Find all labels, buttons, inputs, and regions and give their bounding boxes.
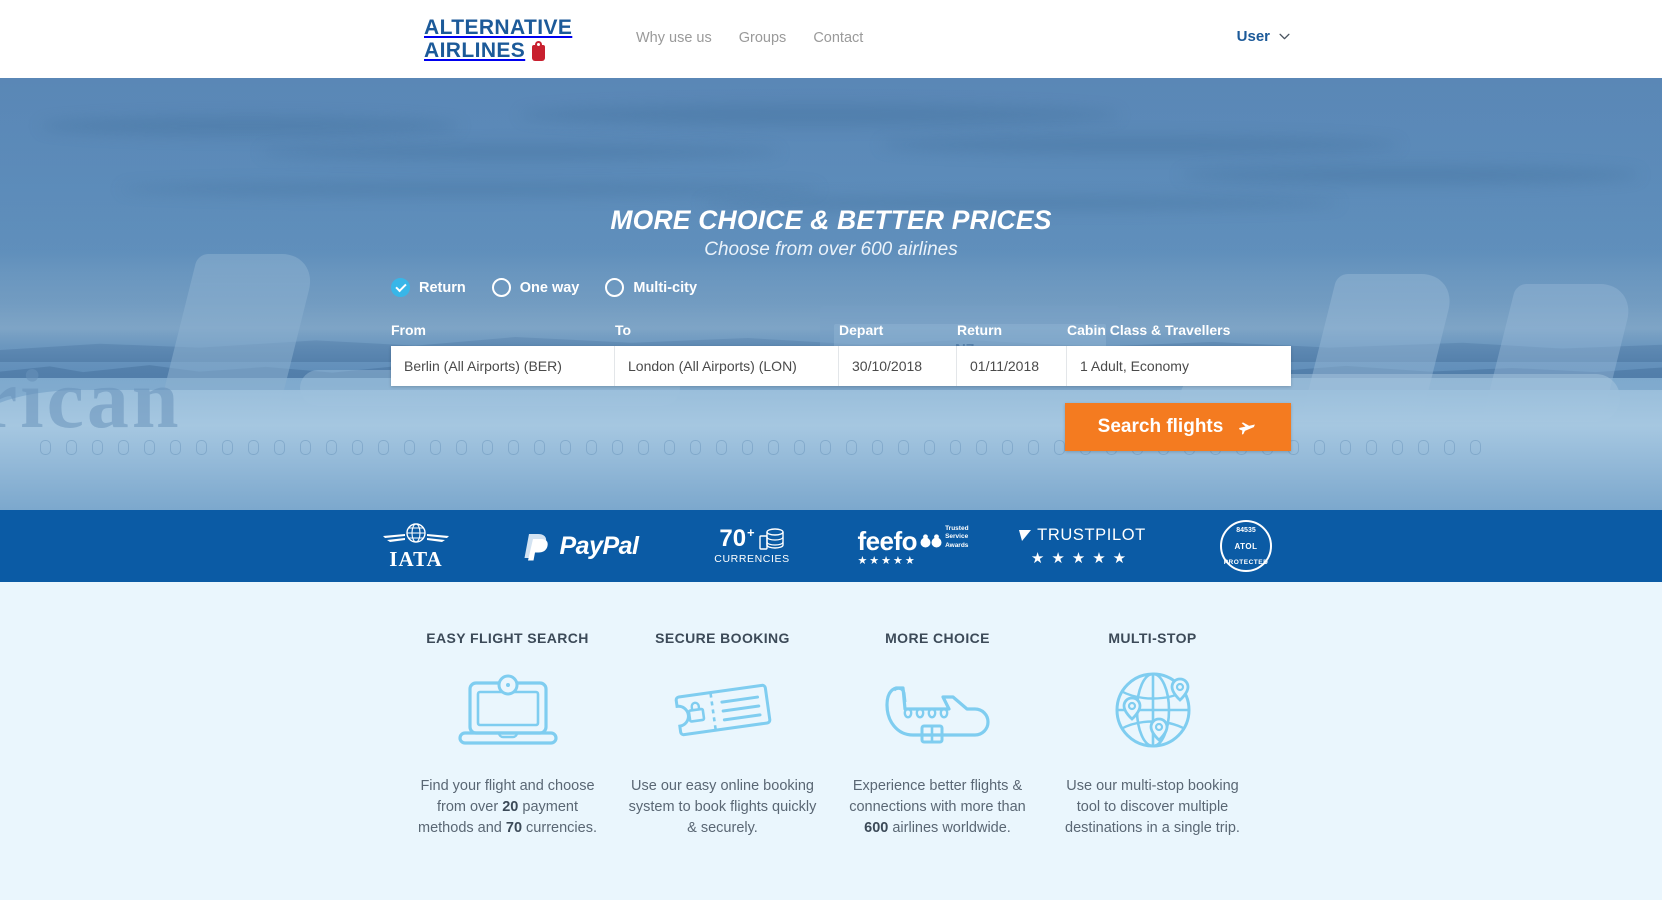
radio-one-way[interactable] — [491, 278, 511, 297]
main-navigation: Why use us Groups Contact — [636, 30, 863, 46]
feefo-sub-3: Awards — [945, 541, 969, 549]
ticket-lock-icon — [669, 670, 777, 750]
radio-multi-city[interactable] — [605, 278, 625, 297]
return-date-input[interactable]: 01/11/2018 — [957, 346, 1067, 386]
chevron-down-icon — [1279, 33, 1290, 40]
trustpilot-stars: ★★★★★ — [1030, 549, 1134, 567]
feature-description: Experience better flights & connections … — [843, 776, 1033, 839]
atol-badge: 84535 ATOL PROTECTED — [1171, 520, 1321, 572]
feature-desc-text-1: Experience better flights & connections … — [849, 778, 1026, 815]
features-section: EASY FLIGHT SEARCH Find your flight and … — [0, 582, 1662, 900]
headline-part-1: MORE CHOICE — [610, 205, 803, 235]
iata-badge: IATA — [341, 522, 491, 570]
trip-type-return[interactable]: Return — [391, 278, 466, 297]
user-menu-label: User — [1236, 28, 1270, 45]
feature-desc-bold-2: 70 — [505, 820, 523, 836]
feefo-sub-1: Trusted — [945, 525, 969, 533]
headline-part-2: BETTER PRICES — [837, 205, 1052, 235]
trustpilot-badge: TRUSTPILOT ★★★★★ — [993, 526, 1171, 567]
trustpilot-star-icon — [1019, 529, 1032, 541]
search-flights-label: Search flights — [1097, 416, 1224, 437]
feefo-oo-icon — [920, 534, 942, 548]
luggage-tag-icon — [532, 41, 546, 61]
headline-ampersand: & — [810, 205, 830, 235]
feature-more-choice: MORE CHOICE Experience better flights & … — [830, 582, 1045, 900]
trip-type-one-way[interactable]: One way — [491, 278, 580, 297]
label-depart: Depart — [839, 322, 884, 338]
atol-protected-label: PROTECTED — [1223, 559, 1269, 566]
atol-number: 84535 — [1236, 527, 1256, 534]
to-input[interactable]: London (All Airports) (LON) — [615, 346, 839, 386]
currencies-count: 70 — [719, 525, 747, 552]
trip-type-multi-city[interactable]: Multi-city — [605, 278, 697, 297]
trustpilot-label: TRUSTPILOT — [1037, 525, 1146, 544]
feature-title: MORE CHOICE — [885, 630, 990, 646]
label-return: Return — [957, 322, 1003, 338]
hero-headline: MORE CHOICE & BETTER PRICES — [0, 205, 1662, 236]
site-header: ALTERNATIVE AIRLINES Why use us Groups C… — [0, 0, 1662, 78]
currencies-plus: + — [747, 524, 755, 540]
feefo-stars: ★★★★★ — [857, 554, 917, 567]
currencies-badge: 70 + CURRENCIES — [671, 524, 833, 566]
atol-label: ATOL — [1234, 541, 1258, 551]
flight-search-form: Berlin (All Airports) (BER) London (All … — [391, 346, 1291, 386]
airplane-icon — [1239, 422, 1256, 435]
iata-label: IATA — [389, 547, 443, 571]
search-flights-button[interactable]: Search flights — [1065, 403, 1291, 451]
nav-link-groups[interactable]: Groups — [739, 30, 787, 46]
globe-pins-icon — [1108, 670, 1198, 750]
search-form-labels: From To Depart Return Cabin Class & Trav… — [391, 322, 1291, 342]
trip-type-one-way-label: One way — [519, 279, 580, 296]
currencies-label: CURRENCIES — [714, 553, 790, 565]
trust-badges-bar: IATA PayPal 70 + CURRENCIES feefo Truste… — [0, 510, 1662, 582]
feefo-badge: feefo Trusted Service Awards ★★★★★ — [833, 525, 993, 566]
feature-desc-bold-1: 600 — [864, 820, 889, 836]
user-menu-button[interactable]: User — [1237, 28, 1290, 45]
trip-type-multi-city-label: Multi-city — [633, 279, 698, 296]
feature-easy-flight-search: EASY FLIGHT SEARCH Find your flight and … — [400, 582, 615, 900]
airplane-icon — [876, 670, 1000, 750]
laptop-icon — [456, 670, 560, 750]
feature-title: EASY FLIGHT SEARCH — [426, 630, 589, 646]
depart-date-input[interactable]: 30/10/2018 — [839, 346, 957, 386]
feature-description: Use our multi-stop booking tool to disco… — [1058, 776, 1248, 839]
site-logo[interactable]: ALTERNATIVE AIRLINES — [424, 16, 572, 62]
page-root: ALTERNATIVE AIRLINES Why use us Groups C… — [0, 0, 1662, 900]
feature-desc-text-2: airlines worldwide. — [888, 820, 1011, 836]
feature-desc-text-1: Use our multi-stop booking tool to disco… — [1065, 778, 1240, 836]
nav-link-contact[interactable]: Contact — [813, 30, 863, 46]
logo-line-1: ALTERNATIVE — [424, 16, 573, 39]
nav-link-why-use-us[interactable]: Why use us — [636, 30, 712, 46]
cabin-class-travellers-input[interactable]: 1 Adult, Economy — [1067, 346, 1291, 386]
feefo-label: feefo — [857, 525, 918, 556]
feature-description: Use our easy online booking system to bo… — [628, 776, 818, 839]
feature-title: SECURE BOOKING — [655, 630, 790, 646]
hero-section: N7 rican MORE CHOICE & BETTER P — [0, 78, 1662, 510]
label-from: From — [391, 322, 426, 338]
logo-line-2: AIRLINES — [424, 39, 526, 62]
paypal-icon — [524, 534, 549, 561]
feature-desc-text-3: currencies. — [522, 820, 597, 836]
feature-title: MULTI-STOP — [1108, 630, 1197, 646]
feature-description: Find your flight and choose from over 20… — [413, 776, 603, 839]
label-to: To — [615, 322, 632, 338]
feefo-sub-2: Service — [945, 533, 969, 541]
feature-secure-booking: SECURE BOOKING Use our easy online booki… — [615, 582, 830, 900]
radio-return[interactable] — [391, 278, 410, 297]
label-cabin: Cabin Class & Travellers — [1067, 322, 1231, 338]
feature-multi-stop: MULTI-STOP Use our multi-stop booking to… — [1045, 582, 1260, 900]
feature-desc-bold-1: 20 — [502, 799, 519, 815]
feature-desc-text-1: Use our easy online booking system to bo… — [628, 778, 817, 836]
coins-icon — [758, 528, 784, 550]
hero-subheadline: Choose from over 600 airlines — [704, 239, 958, 260]
paypal-label: PayPal — [559, 531, 639, 560]
trip-type-return-label: Return — [419, 279, 466, 296]
paypal-badge: PayPal — [491, 530, 671, 562]
from-input[interactable]: Berlin (All Airports) (BER) — [391, 346, 615, 386]
trip-type-radio-group: Return One way Multi-city — [391, 278, 697, 297]
